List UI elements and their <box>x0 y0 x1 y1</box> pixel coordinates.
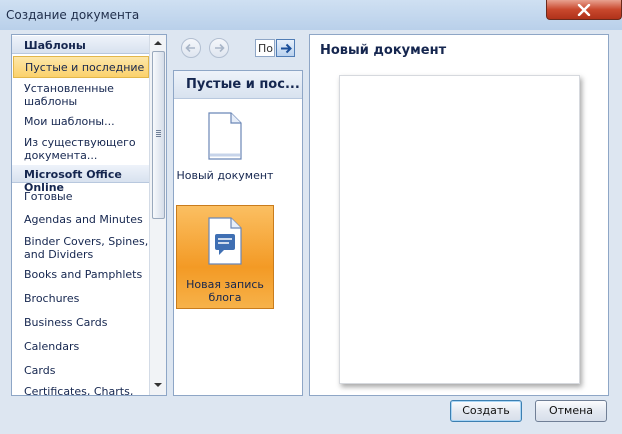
arrow-left-icon <box>185 43 195 53</box>
category-item-brochures[interactable]: Brochures <box>24 292 150 305</box>
scroll-grip <box>156 136 161 137</box>
close-button[interactable] <box>546 0 622 20</box>
document-preview <box>339 75 580 384</box>
arrow-up-icon <box>154 41 162 45</box>
category-item-certificates[interactable]: Certificates, Charts, <box>24 385 150 395</box>
category-item-my-templates[interactable]: Мои шаблоны... <box>24 115 150 128</box>
category-scrollbar[interactable] <box>149 35 166 395</box>
template-panel: Пустые и пос... Новый документ Новая зап… <box>173 70 303 396</box>
template-blank-document[interactable]: Новый документ <box>176 111 274 199</box>
category-item-blank-recent[interactable]: Пустые и последние <box>13 56 149 78</box>
template-toolbar: Поиск <box>173 34 303 64</box>
scroll-grip <box>156 130 161 131</box>
forward-button[interactable] <box>209 38 229 58</box>
arrow-right-icon <box>215 43 225 53</box>
create-button[interactable]: Создать <box>450 400 522 422</box>
blank-document-icon <box>208 112 242 160</box>
scroll-up-button[interactable] <box>150 35 166 51</box>
title-bar: Создание документа <box>0 0 622 30</box>
new-document-dialog: Создание документа Шаблоны Пустые и посл… <box>0 0 622 434</box>
category-item-books[interactable]: Books and Pamphlets <box>24 268 150 281</box>
template-label: Новый документ <box>176 169 274 182</box>
category-item-business-cards[interactable]: Business Cards <box>24 316 150 329</box>
template-panel-header: Пустые и пос... <box>174 71 302 99</box>
back-button[interactable] <box>181 38 201 58</box>
blog-post-icon <box>208 217 242 265</box>
template-label: Новая запись блога <box>186 278 264 304</box>
section-header-templates: Шаблоны <box>12 36 150 54</box>
scroll-down-button[interactable] <box>150 377 166 393</box>
preview-title: Новый документ <box>320 43 447 58</box>
category-item-agendas[interactable]: Agendas and Minutes <box>24 213 150 226</box>
arrow-down-icon <box>154 383 162 387</box>
category-item-featured[interactable]: Готовые <box>24 190 150 203</box>
category-panel: Шаблоны Пустые и последние Установленные… <box>11 34 167 396</box>
template-search-input[interactable]: Поиск <box>255 39 275 57</box>
preview-panel: Новый документ <box>309 34 609 396</box>
close-icon <box>577 4 591 16</box>
category-item-installed[interactable]: Установленные шаблоны <box>24 82 150 108</box>
category-item-binder-covers[interactable]: Binder Covers, Spines, and Dividers <box>24 235 150 261</box>
cancel-button[interactable]: Отмена <box>535 400 607 422</box>
category-item-calendars[interactable]: Calendars <box>24 340 150 353</box>
category-item-cards[interactable]: Cards <box>24 364 150 377</box>
category-item-from-existing[interactable]: Из существующего документа... <box>24 136 150 162</box>
scroll-grip <box>156 134 161 135</box>
section-header-office-online: Microsoft Office Online <box>12 165 150 194</box>
window-title: Создание документа <box>6 8 140 22</box>
scroll-thumb[interactable] <box>152 51 165 219</box>
scroll-grip <box>156 132 161 133</box>
arrow-right-icon <box>281 43 292 54</box>
template-blog-post[interactable]: Новая запись блога <box>176 205 274 309</box>
search-go-button[interactable] <box>276 39 295 57</box>
